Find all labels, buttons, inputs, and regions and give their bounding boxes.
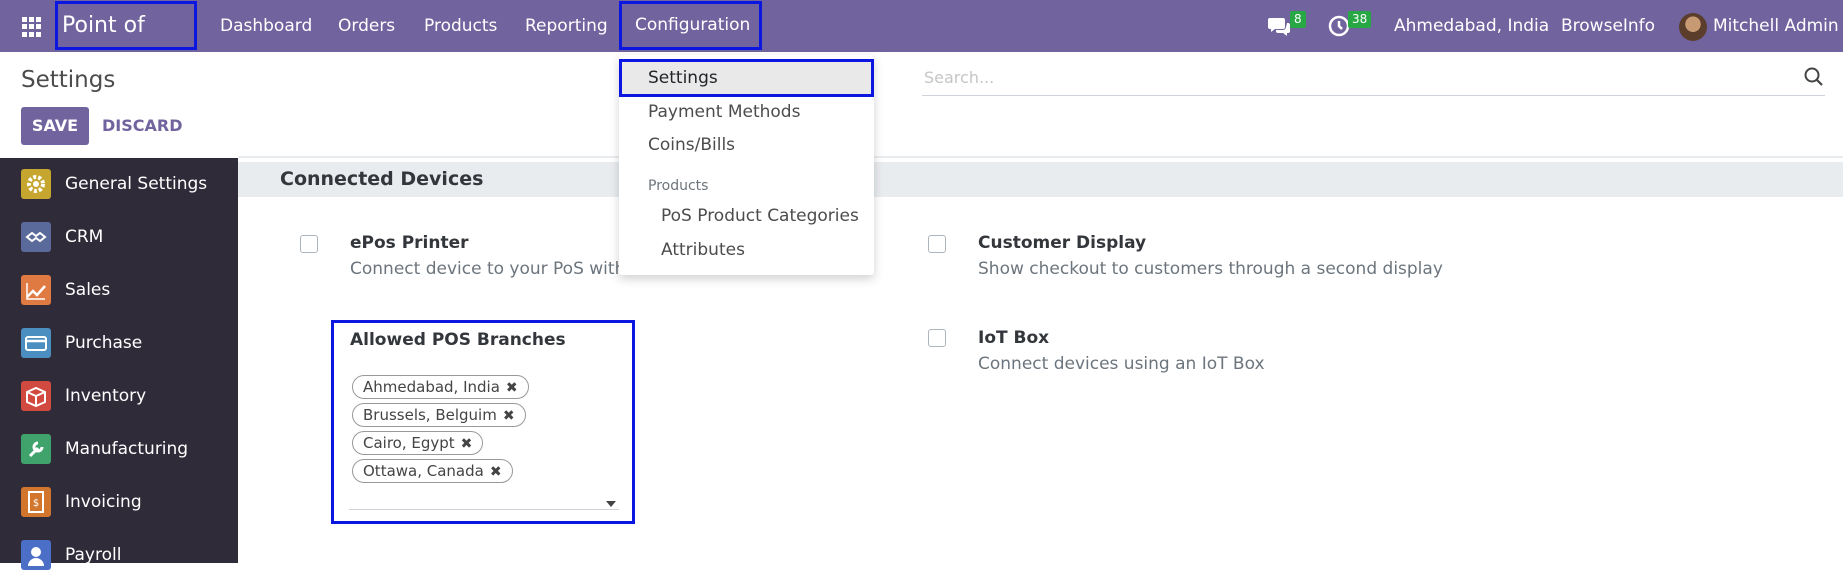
- iot-box-checkbox[interactable]: [928, 329, 946, 347]
- sidebar-item-crm[interactable]: CRM: [0, 211, 238, 264]
- clock-icon: [1328, 15, 1350, 37]
- invoice-icon: $: [21, 487, 51, 517]
- branch-tag-label: Ahmedabad, India: [363, 378, 500, 396]
- save-button[interactable]: SAVE: [21, 107, 89, 145]
- remove-tag-icon[interactable]: ✖: [490, 464, 502, 480]
- card-icon: [21, 328, 51, 358]
- wrench-icon: [21, 434, 51, 464]
- sidebar-item-general-settings[interactable]: General Settings: [0, 158, 238, 211]
- sidebar-item-label: Sales: [65, 280, 111, 300]
- company-switcher[interactable]: Ahmedabad, India: [1394, 0, 1549, 52]
- app-name[interactable]: Point of Sale: [55, 1, 197, 81]
- top-navbar: Point of Sale Dashboard Orders Products …: [0, 0, 1843, 81]
- page-title: Settings: [21, 67, 116, 93]
- user-menu[interactable]: Mitchell Admin: [1713, 0, 1839, 52]
- apps-menu-icon[interactable]: [22, 17, 42, 37]
- chart-icon: [21, 275, 51, 305]
- allowed-pos-branches-title: Allowed POS Branches: [350, 330, 566, 350]
- branch-tag-label: Cairo, Egypt: [363, 434, 455, 452]
- sidebar-item-payroll[interactable]: Payroll: [0, 529, 238, 582]
- branch-tag: Cairo, Egypt ✖: [352, 431, 484, 455]
- epos-printer-title: ePos Printer: [350, 233, 469, 253]
- sidebar-item-label: Payroll: [65, 545, 122, 565]
- branch-tag-label: Ottawa, Canada: [363, 462, 484, 480]
- sidebar-item-purchase[interactable]: Purchase: [0, 317, 238, 370]
- search-input[interactable]: Search...: [922, 64, 1825, 96]
- remove-tag-icon[interactable]: ✖: [503, 408, 515, 424]
- sidebar-item-invoicing[interactable]: $ Invoicing: [0, 476, 238, 529]
- branch-tag: Ahmedabad, India ✖: [352, 375, 529, 399]
- nav-dashboard[interactable]: Dashboard: [220, 0, 312, 52]
- sidebar-item-manufacturing[interactable]: Manufacturing: [0, 423, 238, 476]
- activities-badge: 38: [1348, 11, 1372, 28]
- gear-icon: [21, 169, 51, 199]
- search-icon[interactable]: [1803, 66, 1825, 88]
- customer-display-title: Customer Display: [978, 233, 1147, 253]
- settings-sidebar: General Settings CRM Sales Purchase Inve…: [0, 158, 238, 570]
- allowed-pos-branches-field: Allowed POS Branches Ahmedabad, India ✖ B…: [331, 320, 635, 524]
- box-icon: [21, 381, 51, 411]
- chat-icon: [1268, 18, 1290, 36]
- dropdown-item-payment-methods[interactable]: Payment Methods: [619, 96, 874, 129]
- iot-box-desc: Connect devices using an IoT Box: [978, 354, 1265, 374]
- dropdown-item-coins-bills[interactable]: Coins/Bills: [619, 129, 874, 162]
- user-avatar[interactable]: [1679, 13, 1707, 41]
- remove-tag-icon[interactable]: ✖: [461, 436, 473, 452]
- nav-orders[interactable]: Orders: [338, 0, 395, 52]
- branch-tag: Ottawa, Canada ✖: [352, 459, 513, 483]
- payroll-icon: [21, 540, 51, 570]
- sidebar-item-inventory[interactable]: Inventory: [0, 370, 238, 423]
- divider: [238, 156, 1843, 158]
- dropdown-section-header: Products: [648, 178, 709, 194]
- dropdown-item-attributes[interactable]: Attributes: [619, 234, 874, 267]
- dropdown-item-settings[interactable]: Settings: [619, 59, 874, 97]
- branch-tag-label: Brussels, Belguim: [363, 406, 497, 424]
- company-browseinfo[interactable]: BrowseInfo: [1561, 0, 1655, 52]
- sidebar-item-label: General Settings: [65, 174, 208, 194]
- configuration-dropdown: Settings Payment Methods Coins/Bills Pro…: [619, 55, 874, 275]
- iot-box-title: IoT Box: [978, 328, 1050, 348]
- svg-text:$: $: [33, 498, 39, 509]
- section-title: Connected Devices: [238, 162, 1843, 197]
- messages-badge: 8: [1290, 11, 1306, 28]
- search-placeholder: Search...: [924, 68, 995, 87]
- epos-printer-checkbox[interactable]: [300, 235, 318, 253]
- sidebar-item-label: Manufacturing: [65, 439, 189, 459]
- sidebar-item-sales[interactable]: Sales: [0, 264, 238, 317]
- nav-configuration[interactable]: Configuration: [619, 1, 762, 50]
- handshake-icon: [21, 222, 51, 252]
- sidebar-item-label: Purchase: [65, 333, 143, 353]
- customer-display-desc: Show checkout to customers through a sec…: [978, 259, 1443, 279]
- nav-reporting[interactable]: Reporting: [525, 0, 608, 52]
- dropdown-item-pos-product-categories[interactable]: PoS Product Categories: [619, 200, 874, 233]
- sidebar-item-label: Inventory: [65, 386, 147, 406]
- epos-printer-desc: Connect device to your PoS withou: [350, 259, 647, 279]
- remove-tag-icon[interactable]: ✖: [506, 380, 518, 396]
- sidebar-item-label: Invoicing: [65, 492, 142, 512]
- branch-tag: Brussels, Belguim ✖: [352, 403, 526, 427]
- dropdown-caret-icon[interactable]: [606, 501, 616, 507]
- branches-input[interactable]: [349, 509, 619, 510]
- sidebar-item-label: CRM: [65, 227, 104, 247]
- nav-products[interactable]: Products: [424, 0, 497, 52]
- customer-display-checkbox[interactable]: [928, 235, 946, 253]
- discard-button[interactable]: DISCARD: [102, 107, 182, 145]
